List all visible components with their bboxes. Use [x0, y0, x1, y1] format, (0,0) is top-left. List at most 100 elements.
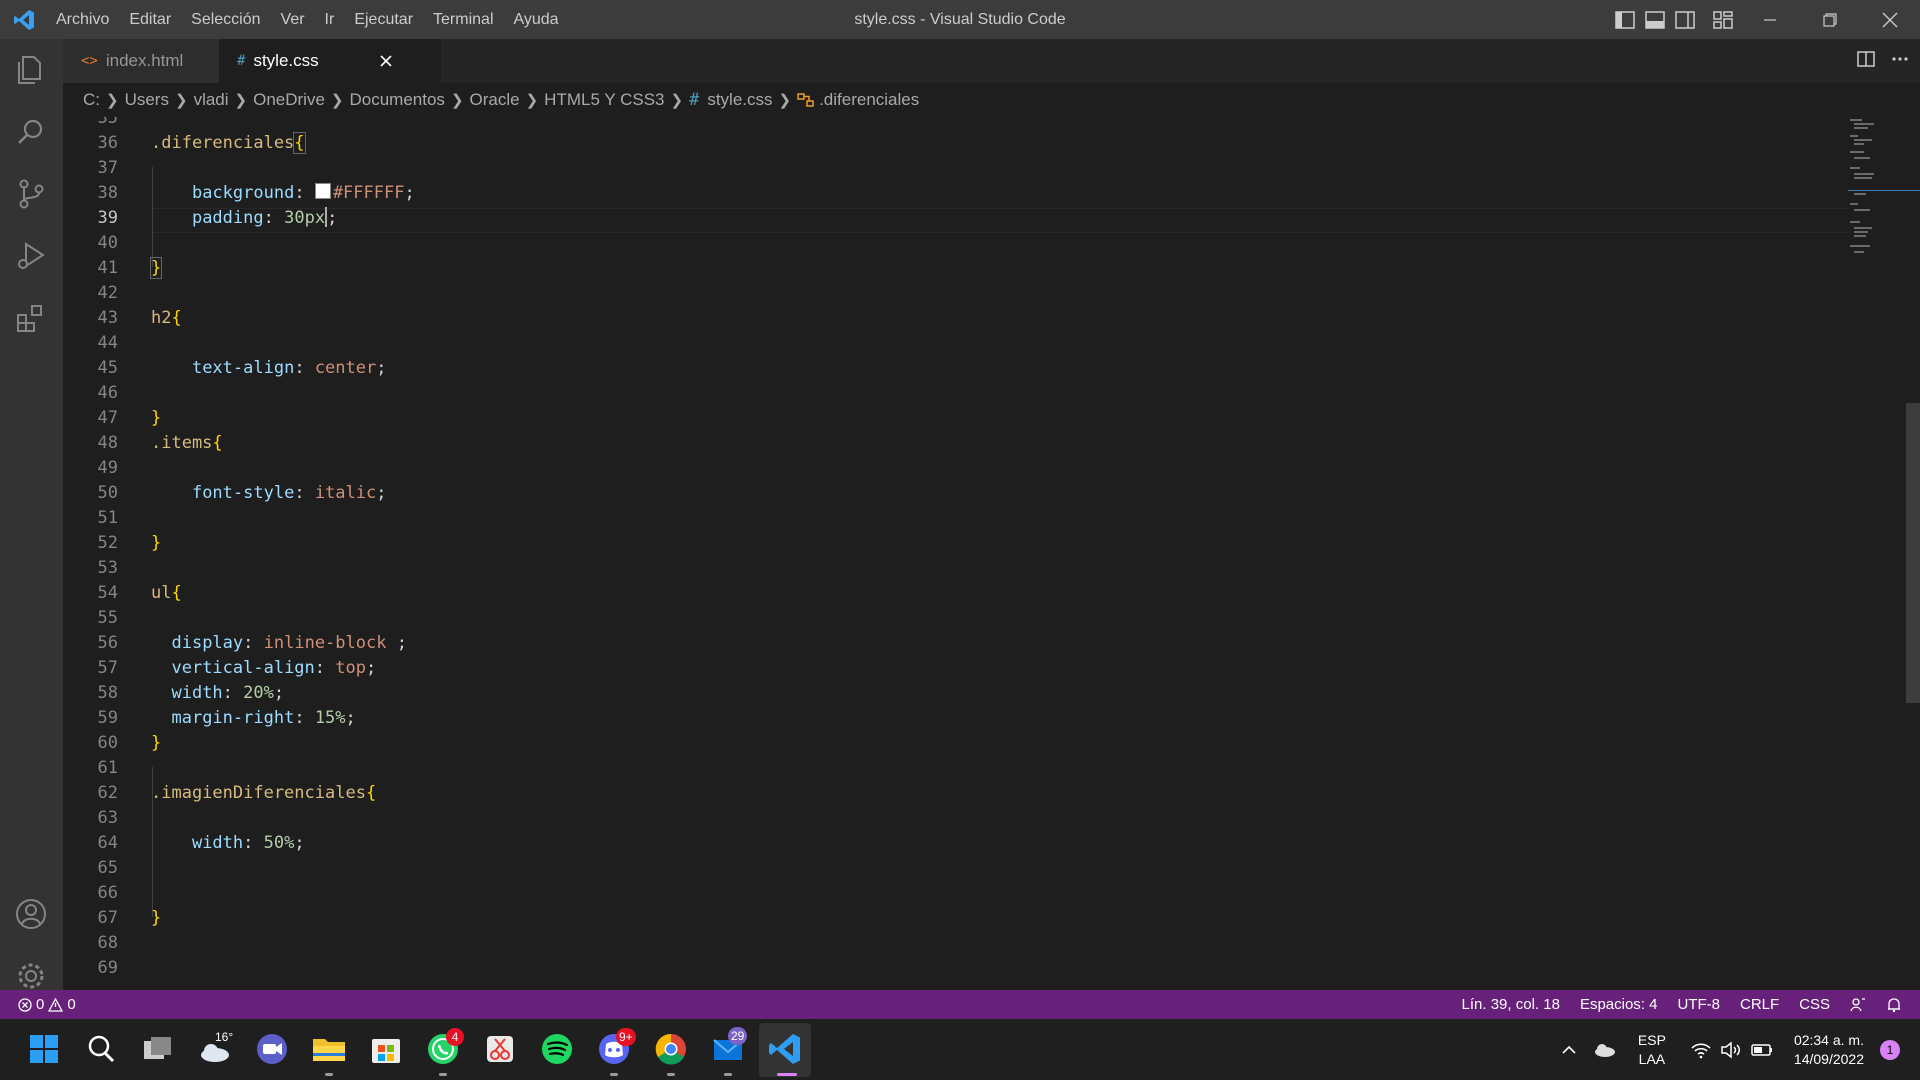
- scrollbar-thumb[interactable]: [1906, 403, 1920, 703]
- onedrive-cloud-icon[interactable]: [1592, 1041, 1616, 1059]
- code-line: 51: [97, 508, 118, 528]
- toggle-primary-sidebar-icon[interactable]: [1613, 8, 1637, 32]
- task-view-icon[interactable]: [138, 1029, 178, 1069]
- status-right-items: Lín. 39, col. 18 Espacios: 4 UTF-8 CRLF …: [1462, 990, 1902, 1019]
- chevron-right-icon: ❯: [330, 92, 344, 109]
- clock[interactable]: 02:34 a. m. 14/09/2022: [1794, 1031, 1864, 1069]
- menu-ayuda[interactable]: Ayuda: [504, 0, 569, 39]
- breadcrumb-item[interactable]: style.css: [707, 90, 772, 110]
- customize-layout-icon[interactable]: [1711, 8, 1735, 32]
- code-line: 41}: [97, 257, 163, 279]
- menu-seleccion[interactable]: Selección: [181, 0, 270, 39]
- code-line: 48 .items{: [97, 433, 223, 453]
- input-language[interactable]: ESP LAA: [1638, 1031, 1666, 1069]
- indentation[interactable]: Espacios: 4: [1580, 990, 1658, 1019]
- chrome-icon[interactable]: [651, 1029, 691, 1069]
- code-line: 44: [97, 333, 118, 353]
- active-indicator: [777, 1073, 797, 1076]
- toggle-panel-icon[interactable]: [1643, 8, 1667, 32]
- code-editor[interactable]: 35 36 .diferenciales{ 37 38 background: #…: [63, 117, 1920, 990]
- volume-icon[interactable]: [1720, 1040, 1742, 1059]
- language-mode[interactable]: CSS: [1799, 990, 1830, 1019]
- warning-count: 0: [67, 996, 76, 1013]
- spotify-icon[interactable]: [537, 1029, 577, 1069]
- code-line: 35: [97, 117, 118, 128]
- split-editor-icon[interactable]: [1856, 49, 1876, 69]
- running-indicator: [667, 1073, 675, 1076]
- file-explorer-icon[interactable]: [309, 1029, 349, 1069]
- error-icon: [18, 997, 32, 1012]
- source-control-icon[interactable]: [14, 177, 48, 211]
- explorer-icon[interactable]: [14, 53, 48, 87]
- code-line: 68: [97, 933, 118, 953]
- chevron-right-icon: ❯: [525, 92, 539, 109]
- chevron-up-icon[interactable]: [1560, 1041, 1578, 1059]
- code-line: 57 vertical-align: top;: [97, 658, 377, 678]
- menu-ver[interactable]: Ver: [271, 0, 315, 39]
- battery-icon[interactable]: [1750, 1041, 1774, 1059]
- more-actions-icon[interactable]: [1890, 49, 1910, 69]
- code-line: 66: [97, 883, 118, 903]
- breadcrumb-item[interactable]: Documentos: [350, 90, 445, 110]
- code-line: 38 background: #FFFFFF;: [97, 183, 415, 203]
- breadcrumb: C: ❯ Users ❯ vladi ❯ OneDrive ❯ Documentos ❯ …: [63, 83, 1920, 117]
- code-line: 55: [97, 608, 118, 628]
- code-line: 59 margin-right: 15%;: [97, 708, 356, 728]
- code-line: 53: [97, 558, 118, 578]
- notification-center-badge[interactable]: 1: [1880, 1039, 1900, 1060]
- menu-archivo[interactable]: Archivo: [46, 0, 119, 39]
- color-swatch[interactable]: [314, 183, 331, 199]
- running-indicator: [724, 1073, 732, 1076]
- account-icon[interactable]: [14, 897, 48, 931]
- end-of-line[interactable]: CRLF: [1740, 990, 1779, 1019]
- snipping-tool-icon[interactable]: [480, 1029, 520, 1069]
- restore-button[interactable]: [1800, 0, 1860, 39]
- breadcrumb-item[interactable]: OneDrive: [253, 90, 325, 110]
- menu-ejecutar[interactable]: Ejecutar: [344, 0, 423, 39]
- close-tab-icon[interactable]: [379, 54, 393, 68]
- code-line: 65: [97, 858, 118, 878]
- search-icon[interactable]: [14, 115, 48, 149]
- tab-style-css[interactable]: # style.css: [219, 39, 441, 83]
- breadcrumb-item[interactable]: Users: [125, 90, 169, 110]
- status-bar: 0 0 Lín. 39, col. 18 Espacios: 4 UTF-8 C…: [0, 990, 1920, 1019]
- extensions-icon[interactable]: [14, 301, 48, 335]
- close-window-button[interactable]: [1860, 0, 1920, 39]
- chevron-right-icon: ❯: [450, 92, 464, 109]
- breadcrumb-item[interactable]: C:: [83, 90, 100, 110]
- menu-terminal[interactable]: Terminal: [423, 0, 503, 39]
- windows-start-icon[interactable]: [24, 1029, 64, 1069]
- chevron-right-icon: ❯: [174, 92, 188, 109]
- keyboard-layout: LAA: [1638, 1050, 1666, 1067]
- minimize-button[interactable]: [1740, 0, 1800, 39]
- menu-editar[interactable]: Editar: [119, 0, 181, 39]
- cursor-position[interactable]: Lín. 39, col. 18: [1462, 990, 1560, 1019]
- problems-indicator[interactable]: 0 0: [18, 990, 76, 1019]
- vscode-logo-icon[interactable]: [12, 8, 36, 32]
- html-file-icon: <>: [81, 53, 98, 69]
- notifications-bell-icon[interactable]: [1886, 997, 1902, 1013]
- settings-gear-icon[interactable]: [14, 959, 48, 993]
- code-line: 37: [97, 158, 118, 178]
- encoding[interactable]: UTF-8: [1677, 990, 1720, 1019]
- running-indicator: [610, 1073, 618, 1076]
- breadcrumb-item[interactable]: HTML5 Y CSS3: [544, 90, 664, 110]
- run-debug-icon[interactable]: [14, 239, 48, 273]
- activity-bar: 1: [0, 39, 63, 1017]
- breadcrumb-item[interactable]: Oracle: [470, 90, 520, 110]
- microsoft-store-icon[interactable]: [366, 1029, 406, 1069]
- vertical-scrollbar[interactable]: [1906, 117, 1920, 990]
- teams-chat-icon[interactable]: [252, 1029, 292, 1069]
- tab-label: style.css: [253, 51, 319, 70]
- breadcrumb-item[interactable]: .diferenciales: [819, 90, 919, 110]
- vscode-taskbar-icon[interactable]: [765, 1029, 805, 1069]
- menu-ir[interactable]: Ir: [315, 0, 345, 39]
- clock-date: 14/09/2022: [1793, 1050, 1864, 1067]
- feedback-icon[interactable]: [1850, 997, 1866, 1013]
- clock-time: 02:34 a. m.: [1793, 1031, 1864, 1048]
- tab-index-html[interactable]: <> index.html: [63, 39, 219, 83]
- toggle-secondary-sidebar-icon[interactable]: [1673, 8, 1697, 32]
- breadcrumb-item[interactable]: vladi: [194, 90, 229, 110]
- search-icon[interactable]: [81, 1029, 121, 1069]
- wifi-icon[interactable]: [1690, 1041, 1712, 1059]
